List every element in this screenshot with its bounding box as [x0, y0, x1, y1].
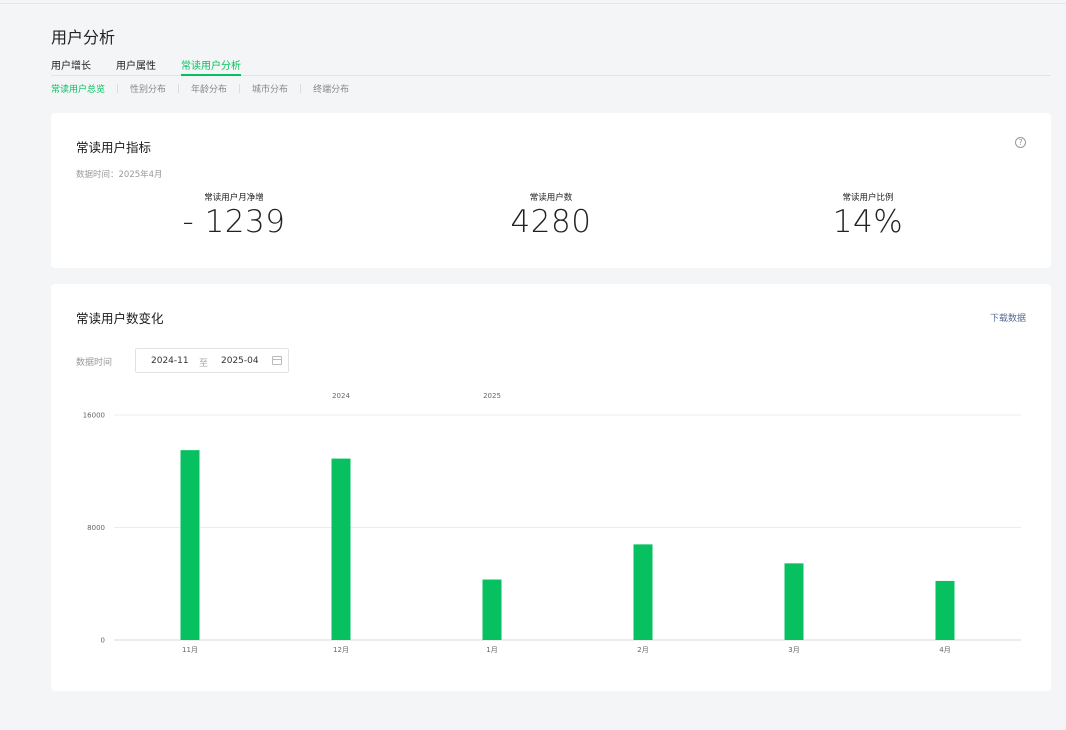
tab-user-attributes[interactable]: 用户属性 [116, 57, 156, 76]
y-tick-label: 0 [101, 637, 105, 645]
subtab-divider [117, 83, 119, 93]
bar [935, 580, 955, 640]
subtab-divider [300, 83, 302, 93]
metric-label: 常读用户月净增 [204, 193, 264, 203]
subtab-divider [178, 83, 180, 93]
metrics-card: 常读用户指标 ? 数据时间：2025年4月 常读用户月净增 - 1239 常读用… [51, 113, 1051, 268]
x-tick-label: 11月 [182, 646, 198, 654]
top-divider [0, 3, 1066, 4]
metric-value: - 1239 [182, 204, 286, 240]
page-title: 用户分析 [51, 28, 116, 47]
x-tick-label: 2月 [637, 646, 648, 654]
year-label: 2025 [483, 392, 501, 400]
sub-tabs: 常读用户总览 性别分布 年龄分布 城市分布 终端分布 [51, 81, 349, 95]
tab-user-growth[interactable]: 用户增长 [51, 57, 91, 76]
subtab-age[interactable]: 年龄分布 [191, 82, 227, 95]
x-tick-label: 4月 [939, 646, 950, 654]
subtab-overview[interactable]: 常读用户总览 [51, 82, 105, 95]
bar-chart: 0 8000 16000 11月 12月 1月 2月 3月 4月 2024 2025 [83, 392, 1021, 654]
metrics-data-time: 数据时间：2025年4月 [76, 170, 163, 180]
tab-frequent-readers[interactable]: 常读用户分析 [181, 57, 241, 76]
bar [784, 563, 804, 640]
subtab-device[interactable]: 终端分布 [313, 82, 349, 95]
metric-reader-count: 常读用户数 4280 [441, 191, 661, 240]
bar [633, 544, 653, 640]
metric-label: 常读用户比例 [842, 193, 894, 203]
metric-reader-ratio: 常读用户比例 14% [758, 191, 978, 240]
main-tabs: 用户增长 用户属性 常读用户分析 [51, 57, 1051, 76]
subtab-city[interactable]: 城市分布 [252, 82, 288, 95]
x-tick-label: 1月 [486, 646, 497, 654]
y-tick-label: 8000 [87, 524, 105, 532]
metric-value: 4280 [510, 204, 592, 240]
year-label: 2024 [332, 392, 350, 400]
y-tick-label: 16000 [83, 412, 105, 420]
metric-label: 常读用户数 [529, 193, 573, 203]
question-circle-icon[interactable]: ? [1015, 137, 1026, 148]
x-tick-label: 3月 [788, 646, 799, 654]
x-tick-label: 12月 [333, 646, 349, 654]
metrics-card-title: 常读用户指标 [76, 140, 152, 155]
subtab-gender[interactable]: 性别分布 [130, 82, 166, 95]
bar [331, 458, 351, 640]
trend-card: 常读用户数变化 下载数据 数据时间 2024-11 至 2025-04 0 800… [51, 284, 1051, 691]
metric-net-growth: 常读用户月净增 - 1239 [124, 191, 344, 240]
bar [482, 579, 502, 640]
bar [180, 450, 200, 640]
subtab-divider [239, 83, 241, 93]
metric-value: 14% [832, 204, 904, 240]
